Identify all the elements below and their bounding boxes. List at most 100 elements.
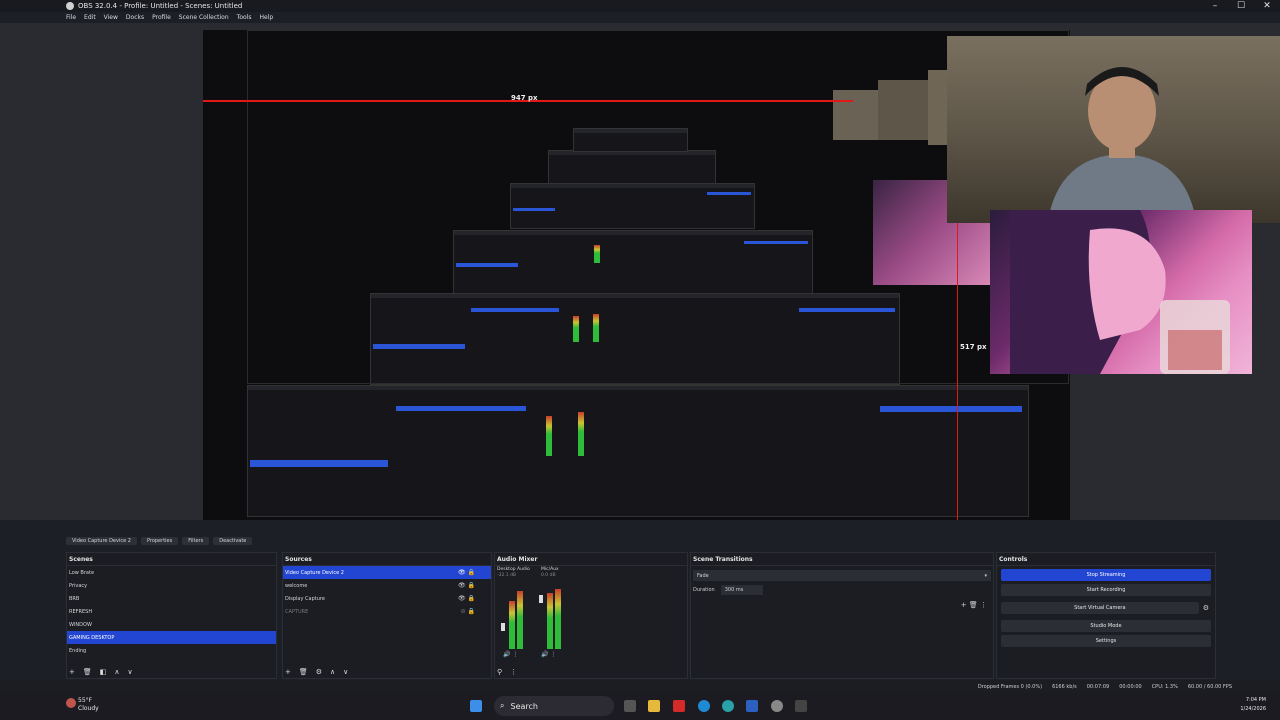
title-bar: OBS 32.0.4 - Profile: Untitled - Scenes:… (0, 0, 1280, 12)
app-icon[interactable] (795, 700, 807, 712)
settings-button[interactable]: Settings (1001, 635, 1211, 647)
duration-input[interactable]: 300 ms (720, 585, 764, 595)
source-item[interactable]: welcome 👁 🔒 (283, 579, 491, 592)
scenes-toolbar: + 🗑 ◧ ∧ ∨ (69, 668, 133, 676)
add-scene-icon[interactable]: + (69, 668, 75, 676)
link-icon[interactable]: ⚲ (497, 668, 502, 676)
menu-file[interactable]: File (66, 14, 76, 21)
scene-item[interactable]: WINDOW (67, 618, 276, 631)
audio-menu-icon[interactable]: ⋮ (510, 668, 517, 676)
scene-item[interactable]: Low Brate (67, 566, 276, 579)
source-settings-icon[interactable]: ⚙ (316, 668, 322, 676)
scene-transitions-title: Scene Transitions (691, 553, 993, 566)
scene-item[interactable]: REFRESH (67, 605, 276, 618)
windows-start-icon[interactable] (470, 700, 482, 712)
task-view-icon[interactable] (624, 700, 636, 712)
taskbar-search[interactable]: ⌕ Search (494, 696, 614, 716)
filters-button[interactable]: Filters (182, 537, 210, 545)
scene-item[interactable]: Privacy (67, 579, 276, 592)
menu-edit[interactable]: Edit (84, 14, 96, 21)
clock-date: 1/24/2026 (1240, 706, 1266, 712)
chevron-down-icon: ▾ (984, 572, 987, 579)
visibility-eye-icon[interactable]: 👁 🔒 (458, 582, 475, 589)
maximize-button[interactable]: ☐ (1228, 0, 1254, 12)
media-app-icon[interactable] (673, 700, 685, 712)
mic-volume-slider[interactable] (539, 595, 543, 603)
dropped-frames: Dropped Frames 0 (0.0%) (977, 683, 1043, 690)
remove-transition-icon[interactable]: 🗑 (969, 601, 978, 609)
chrome-icon[interactable] (722, 700, 734, 712)
anime-girl-icon (1010, 210, 1230, 374)
menu-scene-collection[interactable]: Scene Collection (179, 14, 229, 21)
system-tray[interactable]: 7:04 PM 1/24/2026 (1240, 696, 1266, 714)
visibility-eye-icon[interactable]: 👁 🔒 (458, 595, 475, 602)
move-up-icon[interactable]: ∧ (330, 668, 335, 676)
channel-level: -32.1 dB (497, 573, 517, 578)
stop-streaming-button[interactable]: Stop Streaming (1001, 569, 1211, 581)
speaker-icon[interactable]: 🔊 ⋮ (541, 651, 556, 658)
add-source-icon[interactable]: + (285, 668, 291, 676)
source-item[interactable]: Display Capture 👁 🔒 (283, 592, 491, 605)
duration-row: Duration 300 ms (693, 585, 991, 595)
scene-item-selected[interactable]: GAMING DESKTOP (67, 631, 276, 644)
menu-tools[interactable]: Tools (237, 14, 252, 21)
deactivate-button[interactable]: Deactivate (213, 537, 253, 545)
start-virtual-camera-button[interactable]: Start Virtual Camera (1001, 602, 1199, 614)
audio-toolbar: ⚲ ⋮ (497, 668, 517, 676)
menu-view[interactable]: View (104, 14, 118, 21)
scenes-panel: Scenes Low Brate Privacy BRB REFRESH WIN… (66, 552, 277, 679)
preview-area[interactable]: 947 px 517 px (0, 23, 1280, 520)
menu-docks[interactable]: Docks (126, 14, 144, 21)
source-item[interactable]: CAPTURE ⊘ 🔒 (283, 605, 491, 618)
stream-time: 00:07:09 (1086, 683, 1110, 690)
move-up-icon[interactable]: ∧ (114, 668, 119, 676)
transition-value: Fade (697, 572, 709, 579)
file-explorer-icon[interactable] (648, 700, 660, 712)
anime-image-source[interactable] (990, 210, 1252, 374)
source-label: welcome (285, 582, 308, 589)
hidden-eye-icon[interactable]: ⊘ 🔒 (461, 608, 475, 615)
weather-icon (66, 698, 76, 708)
webcam-source[interactable] (947, 36, 1280, 223)
measure-label-height: 517 px (960, 343, 987, 351)
sources-toolbar: + 🗑 ⚙ ∧ ∨ (285, 668, 348, 676)
nested-capture-1 (247, 385, 1029, 517)
app-icon[interactable] (746, 700, 758, 712)
add-transition-icon[interactable]: + (961, 601, 967, 609)
scenes-title: Scenes (67, 553, 276, 566)
bitrate: 6166 kb/s (1052, 683, 1077, 690)
controls-panel: Controls Stop Streaming Start Recording … (996, 552, 1216, 679)
window-title: OBS 32.0.4 - Profile: Untitled - Scenes:… (78, 2, 243, 10)
person-silhouette-icon (1047, 67, 1197, 223)
visibility-eye-icon[interactable]: 👁 🔒 (458, 569, 475, 576)
clock-time: 7:04 PM (1245, 697, 1266, 703)
remove-scene-icon[interactable]: 🗑 (83, 668, 92, 676)
menu-profile[interactable]: Profile (152, 14, 171, 21)
controls-title: Controls (997, 553, 1215, 566)
start-recording-button[interactable]: Start Recording (1001, 584, 1211, 596)
scene-item[interactable]: Ending (67, 644, 276, 657)
transition-select[interactable]: Fade ▾ (693, 570, 991, 581)
properties-button[interactable]: Properties (140, 537, 179, 545)
desktop-volume-slider[interactable] (501, 623, 505, 631)
minimize-button[interactable]: – (1202, 0, 1228, 12)
filter-scene-icon[interactable]: ◧ (100, 668, 107, 676)
weather-widget[interactable]: 55°F Cloudy (66, 697, 99, 713)
move-down-icon[interactable]: ∨ (343, 668, 348, 676)
studio-mode-button[interactable]: Studio Mode (1001, 620, 1211, 632)
close-button[interactable]: ✕ (1254, 0, 1280, 12)
obs-taskbar-icon[interactable] (771, 700, 783, 712)
gear-icon[interactable]: ⚙ (1203, 604, 1209, 612)
transition-menu-icon[interactable]: ⋮ (980, 601, 987, 609)
move-down-icon[interactable]: ∨ (128, 668, 133, 676)
status-bar: Dropped Frames 0 (0.0%) 6166 kb/s 00:07:… (0, 680, 1280, 693)
scene-item[interactable]: BRB (67, 592, 276, 605)
menu-help[interactable]: Help (259, 14, 273, 21)
desktop-audio-channel: Desktop Audio -32.1 dB (497, 567, 530, 579)
source-item-selected[interactable]: Video Capture Device 2 👁 🔒 (283, 566, 491, 579)
speaker-icon[interactable]: 🔊 ⋮ (503, 651, 518, 658)
edge-browser-icon[interactable] (698, 700, 710, 712)
channel-level: 0.0 dB (541, 573, 556, 578)
preview-canvas[interactable]: 947 px 517 px (203, 30, 1070, 520)
remove-source-icon[interactable]: 🗑 (299, 668, 308, 676)
